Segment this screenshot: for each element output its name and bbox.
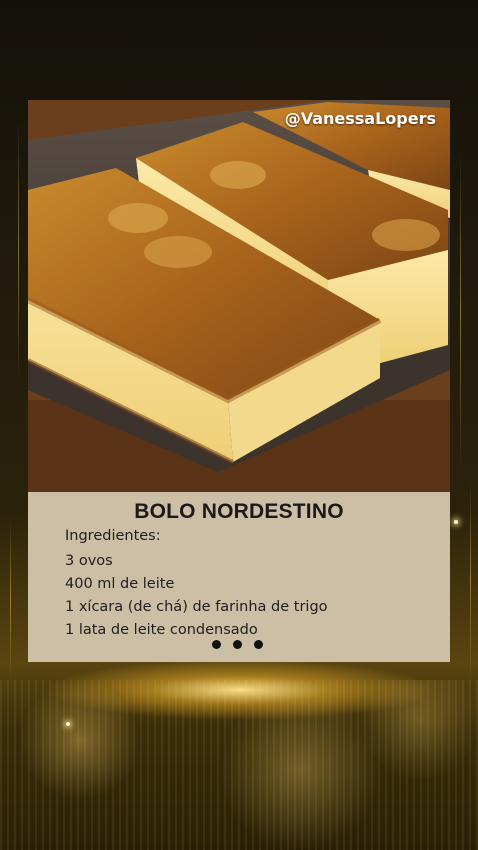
ingredient-item: 3 ovos: [65, 553, 113, 569]
ingredients-heading: Ingredientes:: [65, 528, 161, 544]
light-streak: [470, 480, 471, 680]
sparkle: [454, 520, 458, 524]
ingredient-item: 1 xícara (de chá) de farinha de trigo: [65, 599, 328, 615]
light-streak: [10, 520, 11, 680]
recipe-text-panel: BOLO NORDESTINO Ingredientes: 3 ovos 400…: [28, 492, 450, 662]
dot: [233, 640, 242, 649]
dot: [212, 640, 221, 649]
ingredient-item: 400 ml de leite: [65, 576, 175, 592]
cake-photo: @VanessaLopers: [28, 100, 450, 492]
ingredient-item: 1 lata de leite condensado: [65, 622, 258, 638]
more-dots-icon[interactable]: [212, 640, 263, 649]
light-streak: [18, 120, 19, 380]
glitter-floor: [0, 680, 478, 850]
ingredients-list: 3 ovos 400 ml de leite 1 xícara (de chá)…: [65, 550, 328, 642]
watermark-handle: @VanessaLopers: [284, 109, 436, 128]
sparkle: [66, 722, 70, 726]
recipe-card[interactable]: @VanessaLopers BOLO NORDESTINO Ingredien…: [28, 100, 450, 662]
recipe-title: BOLO NORDESTINO: [134, 500, 344, 523]
dot: [254, 640, 263, 649]
light-streak: [460, 150, 461, 470]
cake-illustration: [28, 100, 450, 492]
